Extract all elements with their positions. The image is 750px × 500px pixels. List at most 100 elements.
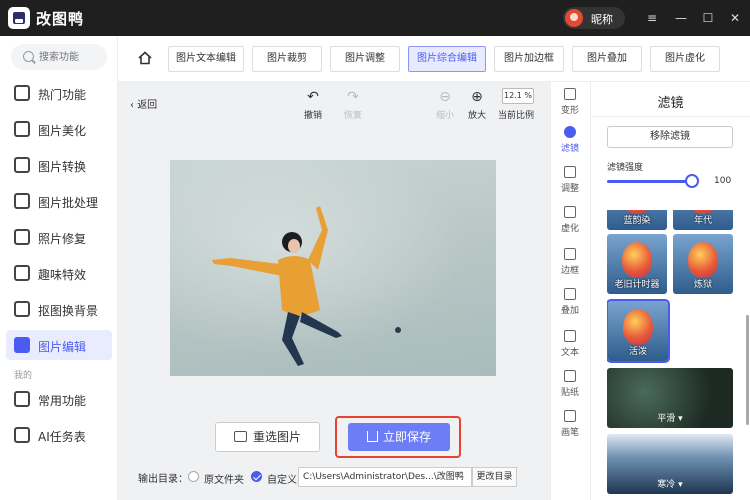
zoom-out-label: 缩小 [435,111,454,121]
back-label: 返回 [137,100,158,111]
tool-sticker[interactable]: 贴纸 [551,370,589,398]
panel-title: 滤镜 [657,96,684,111]
sidebar-item-fun-effects[interactable]: 趣味特效 [6,258,112,288]
tab-border[interactable]: 图片加边框 [494,46,564,72]
sidebar-item-convert[interactable]: 图片转换 [6,150,112,180]
photo-preview[interactable] [170,160,496,376]
tool-overlay[interactable]: 叠加 [551,288,589,316]
sidebar-item-cutout[interactable]: 抠图换背景 [6,294,112,324]
tool-text[interactable]: 文本 [551,330,589,358]
filter-thumb[interactable]: 蓝韵染 [607,210,667,230]
sidebar-item-edit[interactable]: 图片编辑 [6,330,112,360]
sidebar-item-repair[interactable]: 照片修复 [6,222,112,252]
sidebar-item-beautify[interactable]: 图片美化 [6,114,112,144]
filter-panel: 滤镜 移除滤镜 滤镜强度 100 蓝韵染 年代 老旧计时器 炼狱 活泼 平滑 ▾… [590,82,750,500]
zoom-in-label: 放大 [467,111,486,121]
remove-filter-button[interactable]: 移除滤镜 [607,126,733,148]
filter-thumb-label: 炼狱 [693,280,712,290]
list-icon [14,427,30,443]
sidebar-item-batch[interactable]: 图片批处理 [6,186,112,216]
search-input[interactable] [39,49,103,65]
sidebar-item-label: 抠图换背景 [38,304,99,318]
filter-thumb-selected[interactable]: 活泼 [607,299,670,363]
panel-scrollbar[interactable] [746,315,749,425]
editor-canvas-area: ‹ 返回 ↶ 撤销 ↷ 恢复 ⊖ 缩小 ⊕ 放大 12.1 % 当前比例 重选图片 立即… [118,82,550,500]
tool-border[interactable]: 边框 [551,248,589,276]
download-icon [366,431,378,442]
filter-pack-cold[interactable]: 寒冷 ▾ [607,434,733,494]
output-directory-row: 输出目录： [138,470,188,486]
back-button[interactable]: ‹ 返回 [130,96,157,111]
minimize-icon[interactable]: — [673,10,689,26]
filter-pack-smooth[interactable]: 平滑 ▾ [607,368,733,428]
image-icon [14,121,30,137]
strength-slider-handle[interactable] [685,174,699,188]
tab-blur[interactable]: 图片虚化 [650,46,720,72]
edit-image-icon [14,337,30,353]
close-icon[interactable]: ✕ [727,10,743,26]
redo-button[interactable]: ↷ 恢复 [338,90,368,121]
tool-filter[interactable]: 滤镜 [551,126,589,154]
filter-pack-label: 寒冷 ▾ [657,480,683,490]
sidebar-item-common[interactable]: 常用功能 [6,384,112,414]
cutout-icon [14,301,30,317]
tool-brush[interactable]: 画笔 [551,410,589,438]
filter-thumb[interactable]: 炼狱 [673,234,733,294]
tool-label: 画笔 [560,428,579,438]
blur-drop-icon [564,206,576,218]
undo-button[interactable]: ↶ 撤销 [298,90,328,121]
search-box[interactable] [11,44,107,70]
tab-comprehensive-edit[interactable]: 图片综合编辑 [408,46,486,72]
tool-transform[interactable]: 变形 [551,88,589,116]
tab-overlay[interactable]: 图片叠加 [572,46,642,72]
balloon-image [622,242,652,278]
reselect-label: 重选图片 [252,430,301,444]
change-directory-button[interactable]: 更改目录 [472,467,517,487]
tool-adjust[interactable]: 调整 [551,166,589,194]
filter-thumb[interactable]: 年代 [673,210,733,230]
divider [591,116,750,117]
save-now-button[interactable]: 立即保存 [348,423,450,451]
user-profile-button[interactable]: 昵称 [563,7,625,29]
filter-drop-icon [564,126,576,138]
image-icon [233,431,247,442]
sidebar-item-ai-tasks[interactable]: AI任务表 [6,420,112,450]
reselect-image-button[interactable]: 重选图片 [215,422,320,452]
filter-thumbnail-list: 蓝韵染 年代 老旧计时器 炼狱 活泼 平滑 ▾ 寒冷 ▾ [607,210,737,500]
zoom-in-button[interactable]: ⊕ 放大 [462,90,492,121]
radio-original-folder[interactable] [188,471,199,482]
maximize-icon[interactable]: ☐ [700,10,716,26]
tab-crop[interactable]: 图片裁剪 [252,46,322,72]
redo-icon: ↷ [347,89,359,105]
transform-icon [564,88,576,100]
border-icon [564,248,576,260]
tool-label: 调整 [560,184,579,194]
title-bar: 改图鸭 昵称 ≡ — ☐ ✕ [0,0,750,36]
zoom-out-button[interactable]: ⊖ 缩小 [430,90,460,121]
radio-custom[interactable] [251,471,262,482]
fire-icon [14,85,30,101]
sidebar-item-hot[interactable]: 热门功能 [6,78,112,108]
tool-label: 虚化 [560,224,579,234]
menu-icon[interactable]: ≡ [644,10,660,26]
adjust-icon [564,166,576,178]
sidebar-item-label: AI任务表 [38,430,86,444]
sparkle-icon [14,265,30,281]
sidebar-item-label: 热门功能 [38,88,87,102]
sidebar-item-label: 趣味特效 [38,268,87,282]
strength-slider-track[interactable] [607,180,693,183]
home-icon[interactable] [138,51,152,65]
nickname: 昵称 [591,13,613,26]
tool-blur[interactable]: 虚化 [551,206,589,234]
filter-pack-label: 平滑 ▾ [657,414,683,424]
tab-adjust[interactable]: 图片调整 [330,46,400,72]
zoom-value[interactable]: 12.1 % [502,88,534,104]
search-icon [23,51,34,62]
zoom-in-icon: ⊕ [471,89,483,105]
tab-text-edit[interactable]: 图片文本编辑 [168,46,244,72]
filter-thumb[interactable]: 老旧计时器 [607,234,667,294]
app-logo-icon [8,7,30,29]
output-path-field[interactable]: C:\Users\Administrator\Des...\改图鸭 [298,467,472,487]
app-title: 改图鸭 [36,10,85,28]
filter-thumb-label: 年代 [693,216,712,226]
